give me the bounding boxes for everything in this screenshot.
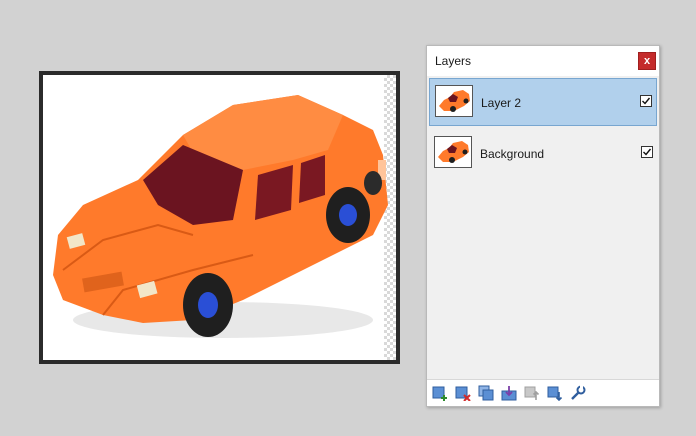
layers-panel-titlebar[interactable]: Layers x bbox=[427, 46, 659, 76]
layer-thumbnail bbox=[435, 85, 473, 117]
layer-name: Layer 2 bbox=[481, 96, 522, 110]
layer-visibility-checkbox[interactable] bbox=[640, 95, 652, 107]
layers-panel-title: Layers bbox=[435, 54, 472, 68]
layers-list: Layer 2 Background bbox=[427, 76, 659, 380]
delete-layer-icon[interactable] bbox=[455, 385, 471, 402]
checkmark-icon bbox=[643, 148, 652, 156]
layer-properties-icon[interactable] bbox=[570, 385, 586, 401]
duplicate-layer-icon[interactable] bbox=[478, 385, 494, 401]
close-panel-button[interactable]: x bbox=[638, 52, 656, 70]
move-layer-up-icon[interactable] bbox=[524, 385, 540, 401]
layer-visibility-checkbox[interactable] bbox=[641, 146, 653, 158]
add-layer-icon[interactable] bbox=[432, 385, 448, 401]
move-layer-down-icon[interactable] bbox=[547, 385, 563, 402]
car-image bbox=[53, 95, 388, 338]
layer-row-layer-2[interactable]: Layer 2 bbox=[429, 78, 657, 126]
layer-name: Background bbox=[480, 147, 545, 161]
layers-panel: Layers x Layer 2 Background bbox=[426, 45, 660, 407]
image-canvas[interactable] bbox=[39, 71, 400, 364]
merge-layer-down-icon[interactable] bbox=[501, 385, 517, 401]
checkmark-icon bbox=[642, 97, 651, 105]
layer-thumbnail bbox=[434, 136, 472, 168]
canvas-content[interactable] bbox=[43, 75, 396, 360]
layer-row-background[interactable]: Background bbox=[429, 130, 657, 178]
layers-toolbar bbox=[427, 379, 659, 406]
